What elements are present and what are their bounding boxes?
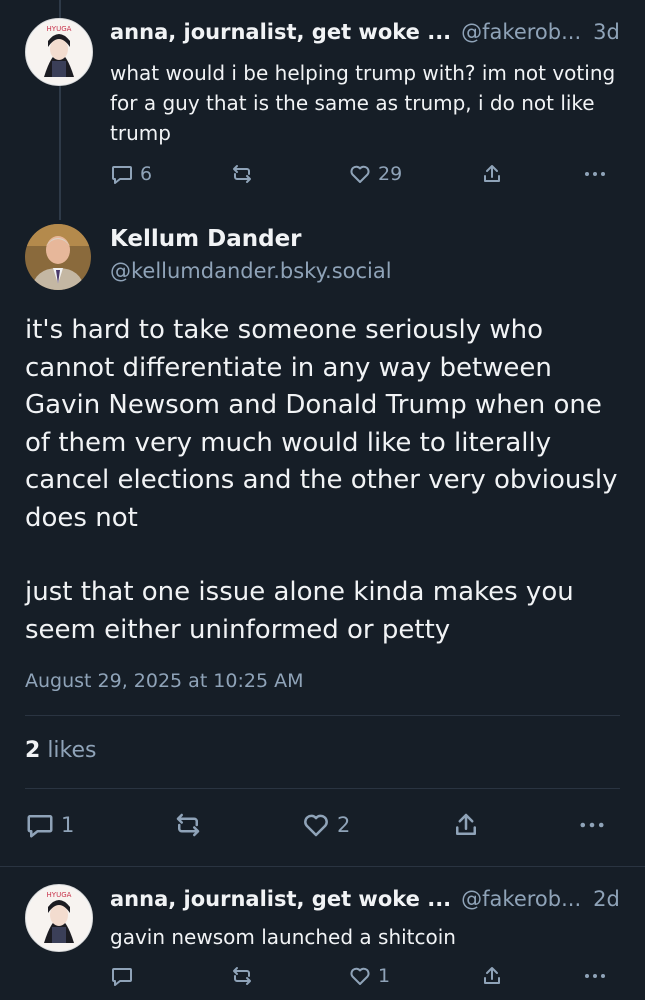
more-options-button[interactable] xyxy=(582,964,608,988)
repost-button[interactable] xyxy=(230,162,254,186)
post-actions: 1 xyxy=(110,962,620,992)
avatar[interactable]: HYUGA xyxy=(25,18,93,86)
heart-icon xyxy=(301,810,331,840)
share-icon xyxy=(480,162,504,186)
repost-button[interactable] xyxy=(230,964,254,988)
post-age: 3d xyxy=(593,20,620,44)
reply-icon xyxy=(110,162,134,186)
author-handle[interactable]: @fakerob... xyxy=(461,20,581,44)
author-name[interactable]: anna, journalist, get woke ... xyxy=(110,887,451,911)
author-handle[interactable]: @fakerob... xyxy=(461,887,581,911)
share-icon xyxy=(451,810,481,840)
svg-text:HYUGA: HYUGA xyxy=(47,891,72,899)
reply-count: 1 xyxy=(61,813,75,837)
post-text: it's hard to take someone seriously who … xyxy=(25,312,625,649)
post-actions: 1 2 xyxy=(25,810,625,844)
divider xyxy=(0,866,645,867)
post-age: 2d xyxy=(593,887,620,911)
author-name[interactable]: anna, journalist, get woke ... xyxy=(110,20,451,44)
reply-button[interactable]: 6 xyxy=(110,162,152,186)
more-options-button[interactable] xyxy=(577,810,607,840)
reply-icon xyxy=(110,964,134,988)
post-text: gavin newsom launched a shitcoin xyxy=(110,925,456,949)
repost-button[interactable] xyxy=(173,810,203,840)
more-icon xyxy=(577,810,607,840)
more-icon xyxy=(582,162,608,186)
likes-summary[interactable]: 2 likes xyxy=(25,738,97,763)
likes-summary-label: likes xyxy=(47,738,97,763)
more-icon xyxy=(582,964,608,988)
avatar[interactable]: HYUGA xyxy=(25,884,93,952)
share-button[interactable] xyxy=(451,810,481,840)
avatar[interactable] xyxy=(25,224,91,290)
like-button[interactable]: 29 xyxy=(348,162,402,186)
repost-icon xyxy=(230,162,254,186)
repost-icon xyxy=(230,964,254,988)
author-handle[interactable]: @kellumdander.bsky.social xyxy=(110,259,392,283)
repost-icon xyxy=(173,810,203,840)
reply-button[interactable] xyxy=(110,964,134,988)
like-button[interactable]: 1 xyxy=(348,964,390,988)
reply-icon xyxy=(25,810,55,840)
post-paragraph: just that one issue alone kinda makes yo… xyxy=(25,577,574,645)
post-actions: 6 29 xyxy=(110,160,620,190)
reply-count: 6 xyxy=(140,163,153,185)
svg-text:HYUGA: HYUGA xyxy=(47,25,72,33)
divider xyxy=(25,788,620,789)
divider xyxy=(25,715,620,716)
share-button[interactable] xyxy=(480,162,504,186)
like-count: 2 xyxy=(337,813,351,837)
post-timestamp[interactable]: August 29, 2025 at 10:25 AM xyxy=(25,670,304,692)
post-text: what would i be helping trump with? im n… xyxy=(110,61,616,145)
post-paragraph: it's hard to take someone seriously who … xyxy=(25,315,618,533)
reply-button[interactable]: 1 xyxy=(25,810,74,840)
share-button[interactable] xyxy=(480,964,504,988)
like-count: 1 xyxy=(378,965,391,987)
heart-icon xyxy=(348,162,372,186)
more-options-button[interactable] xyxy=(582,162,608,186)
likes-summary-count: 2 xyxy=(25,738,41,763)
heart-icon xyxy=(348,964,372,988)
like-count: 29 xyxy=(378,163,403,185)
like-button[interactable]: 2 xyxy=(301,810,350,840)
author-name[interactable]: Kellum Dander xyxy=(110,226,302,252)
share-icon xyxy=(480,964,504,988)
